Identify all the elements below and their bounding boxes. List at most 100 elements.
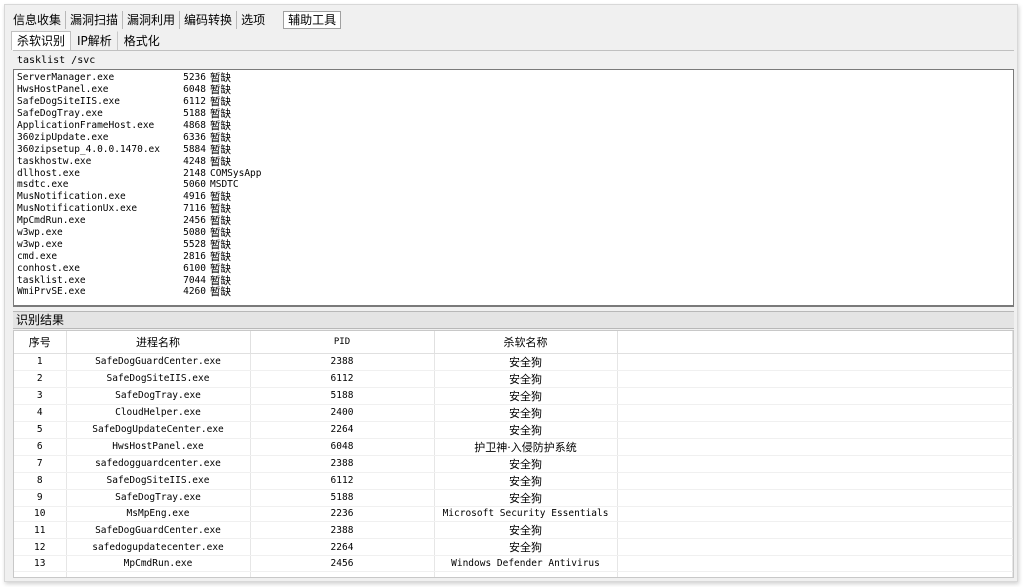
output-line: MpCmdRun.exe 2456 暂缺 [17,215,1013,227]
col-header-no[interactable]: 序号 [14,331,67,354]
tasklist-output[interactable]: ServerManager.exe 5236 暂缺 HwsHostPanel.exe 6… [13,69,1014,307]
cell-no: 13 [14,555,67,572]
menu-vuln-scan[interactable]: 漏洞扫描 [66,11,124,29]
col-header-empty [617,331,1013,354]
table-row[interactable]: 11 SafeDogGuardCenter.exe 2388 安全狗 [14,521,1013,540]
cell-no: 1 [14,353,67,371]
output-process-name: 360zipUpdate.exe [17,131,109,143]
menu-vuln-exploit[interactable]: 漏洞利用 [123,11,181,29]
menu-info-gathering[interactable]: 信息收集 [9,11,67,29]
output-process-name: SafeDogSiteIIS.exe [17,96,120,108]
result-grid[interactable]: 序号 进程名称 PID 杀软名称 1 SafeDogGuardCenter.exe… [13,330,1014,578]
output-pid: 5060 [183,179,206,191]
app-window: 信息收集 漏洞扫描 漏洞利用 编码转换 选项 辅助工具 杀软识别 IP解析 格式… [4,4,1018,582]
cell-av: 安全狗 [434,370,618,388]
cell-empty [617,472,1013,490]
output-pid: 6112 [183,96,206,108]
table-row[interactable]: 3 SafeDogTray.exe 5188 安全狗 [14,387,1013,405]
cell-av: 安全狗 [434,353,618,371]
cell-av: 安全狗 [434,472,618,490]
cell-pid: 2264 [250,421,435,439]
cell-process: MpCmdRun.exe [66,555,251,572]
tab-ip-parse[interactable]: IP解析 [71,31,118,50]
table-row[interactable]: 8 SafeDogSiteIIS.exe 6112 安全狗 [14,472,1013,490]
output-pid: 5528 [183,238,206,250]
cell-empty [617,438,1013,456]
output-line: MusNotificationUx.exe 7116 暂缺 [17,203,1013,215]
cell-pid: 6112 [250,370,435,388]
output-line: dllhost.exe 2148 COMSysApp [17,167,1013,179]
output-line: tasklist.exe 7044 暂缺 [17,274,1013,287]
cell-empty [617,455,1013,473]
cell-empty [434,571,618,577]
table-row[interactable]: 12 safedogupdatecenter.exe 2264 安全狗 [14,538,1013,557]
output-process-name: taskhostw.exe [17,155,92,167]
cell-process: SafeDogGuardCenter.exe [66,521,251,540]
output-line: ApplicationFrameHost.exe 4868 暂缺 [17,120,1013,132]
cell-av: 安全狗 [434,455,618,473]
output-pid: 6100 [183,262,206,274]
cell-empty [617,404,1013,422]
table-row[interactable]: 10 MsMpEng.exe 2236 Microsoft Security Esse… [14,506,1013,523]
output-line: cmd.exe 2816 暂缺 [17,250,1013,263]
cell-av: Windows Defender Antivirus [434,555,618,572]
output-process-name: tasklist.exe [17,274,86,286]
output-process-name: msdtc.exe [17,179,69,191]
cell-process: safedogupdatecenter.exe [66,538,251,557]
cell-pid: 2388 [250,521,435,540]
cell-no: 8 [14,472,67,490]
output-line: SafeDogTray.exe 5188 暂缺 [17,108,1013,120]
output-process-name: w3wp.exe [17,238,63,250]
output-line: WmiPrvSE.exe 4260 暂缺 [17,286,1013,298]
cell-no: 9 [14,489,67,507]
command-input[interactable] [15,54,1012,68]
output-pid: 6048 [183,84,206,96]
cell-av: 安全狗 [434,421,618,439]
table-row[interactable]: 6 HwsHostPanel.exe 6048 护卫神·入侵防护系统 [14,438,1013,456]
output-process-name: conhost.exe [17,262,80,274]
av-detect-panel: ServerManager.exe5236暂缺HwsHostPanel.exe6… [13,50,1014,578]
cell-process: CloudHelper.exe [66,404,251,422]
table-row[interactable]: 7 safedogguardcenter.exe 2388 安全狗 [14,455,1013,473]
output-line: MusNotification.exe 4916 暂缺 [17,191,1013,203]
table-row[interactable]: 13 MpCmdRun.exe 2456 Windows Defender Antiv… [14,555,1013,572]
table-row[interactable]: 9 SafeDogTray.exe 5188 安全狗 [14,489,1013,507]
col-header-process[interactable]: 进程名称 [66,331,251,354]
output-line: w3wp.exe 5528 暂缺 [17,238,1013,251]
cell-process: SafeDogUpdateCenter.exe [66,421,251,439]
cell-av: Microsoft Security Essentials [434,506,618,523]
table-row[interactable]: 2 SafeDogSiteIIS.exe 6112 安全狗 [14,370,1013,388]
cell-pid: 2236 [250,506,435,523]
cell-process: HwsHostPanel.exe [66,438,251,456]
output-line: taskhostw.exe 4248 暂缺 [17,155,1013,168]
output-process-name: WmiPrvSE.exe [17,286,86,298]
subtab-bar: 杀软识别 IP解析 格式化 [11,30,166,50]
cell-empty [617,370,1013,388]
cell-pid: 5188 [250,489,435,507]
table-row[interactable]: 1 SafeDogGuardCenter.exe 2388 安全狗 [14,353,1013,371]
col-header-pid[interactable]: PID [250,331,435,354]
menu-aux-tools[interactable]: 辅助工具 [283,11,342,29]
output-service: 暂缺 [210,286,231,299]
table-row[interactable]: 5 SafeDogUpdateCenter.exe 2264 安全狗 [14,421,1013,439]
output-process-name: ApplicationFrameHost.exe [17,120,155,131]
cell-empty [617,506,1013,523]
table-row[interactable]: 4 CloudHelper.exe 2400 安全狗 [14,404,1013,422]
output-process-name: HwsHostPanel.exe [17,84,109,96]
output-line: msdtc.exe 5060 MSDTC [17,179,1013,191]
output-pid: 2816 [183,250,206,262]
menu-options[interactable]: 选项 [237,11,269,29]
output-line: SafeDogSiteIIS.exe 6112 暂缺 [17,96,1013,108]
menu-encoding[interactable]: 编码转换 [180,11,238,29]
output-process-name: MusNotification.exe [17,191,126,203]
output-pid: 4916 [183,191,206,203]
cell-empty [14,571,67,577]
output-line: ServerManager.exe 5236 暂缺 [17,72,1013,84]
output-line: 360zipsetup_4.0.0.1470.ex 5884 暂缺 [17,143,1013,156]
output-pid: 4248 [183,155,206,167]
col-header-av[interactable]: 杀软名称 [434,331,618,354]
tab-format[interactable]: 格式化 [118,31,166,50]
cell-empty [617,521,1013,540]
tab-av-detect[interactable]: 杀软识别 [11,31,72,50]
cell-no: 6 [14,438,67,456]
